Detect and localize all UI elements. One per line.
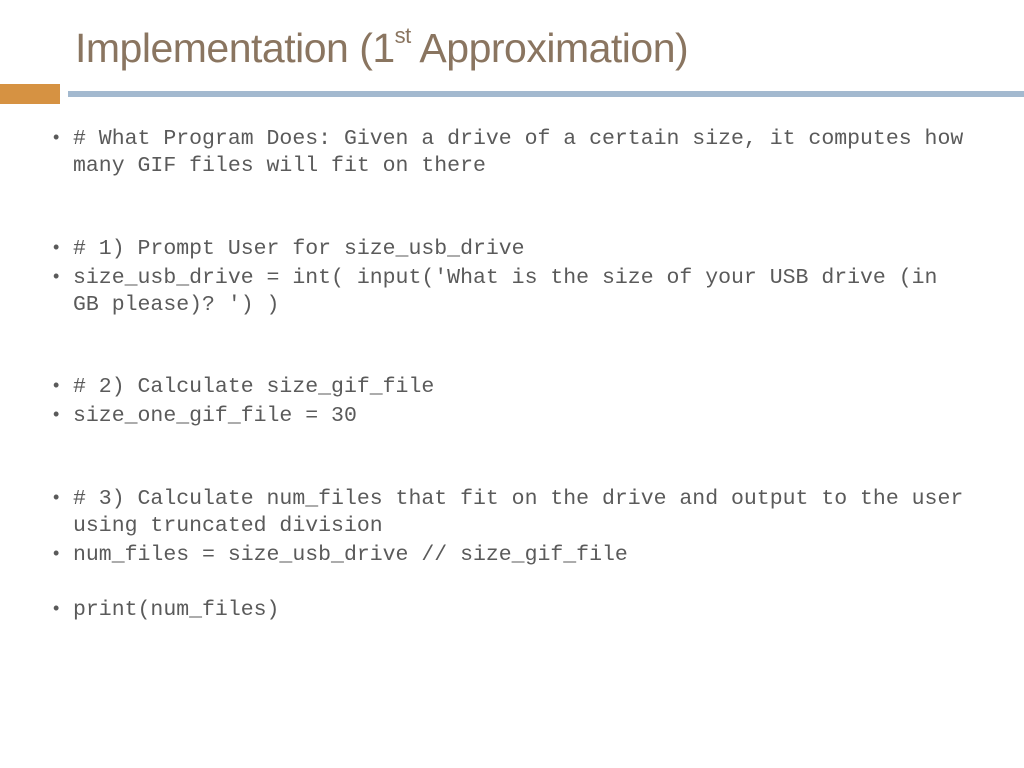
- slide: Implementation (1st Approximation) # Wha…: [0, 0, 1024, 768]
- bullet-item: # 2) Calculate size_gif_file: [45, 374, 969, 401]
- bullet-list: # What Program Does: Given a drive of a …: [45, 126, 969, 624]
- slide-content: # What Program Does: Given a drive of a …: [0, 126, 1024, 624]
- bullet-item: # 1) Prompt User for size_usb_drive: [45, 236, 969, 263]
- divider-row: [0, 84, 1024, 104]
- title-sup: st: [395, 23, 411, 48]
- bullet-item: num_files = size_usb_drive // size_gif_f…: [45, 542, 969, 569]
- title-post: Approximation): [411, 25, 688, 71]
- slide-title: Implementation (1st Approximation): [0, 25, 1024, 72]
- divider-line: [68, 91, 1024, 97]
- bullet-item: print(num_files): [45, 597, 969, 624]
- bullet-item: size_one_gif_file = 30: [45, 403, 969, 430]
- accent-block: [0, 84, 60, 104]
- bullet-item: # What Program Does: Given a drive of a …: [45, 126, 969, 180]
- bullet-item: # 3) Calculate num_files that fit on the…: [45, 486, 969, 540]
- bullet-item: size_usb_drive = int( input('What is the…: [45, 265, 969, 319]
- title-pre: Implementation (1: [75, 25, 395, 71]
